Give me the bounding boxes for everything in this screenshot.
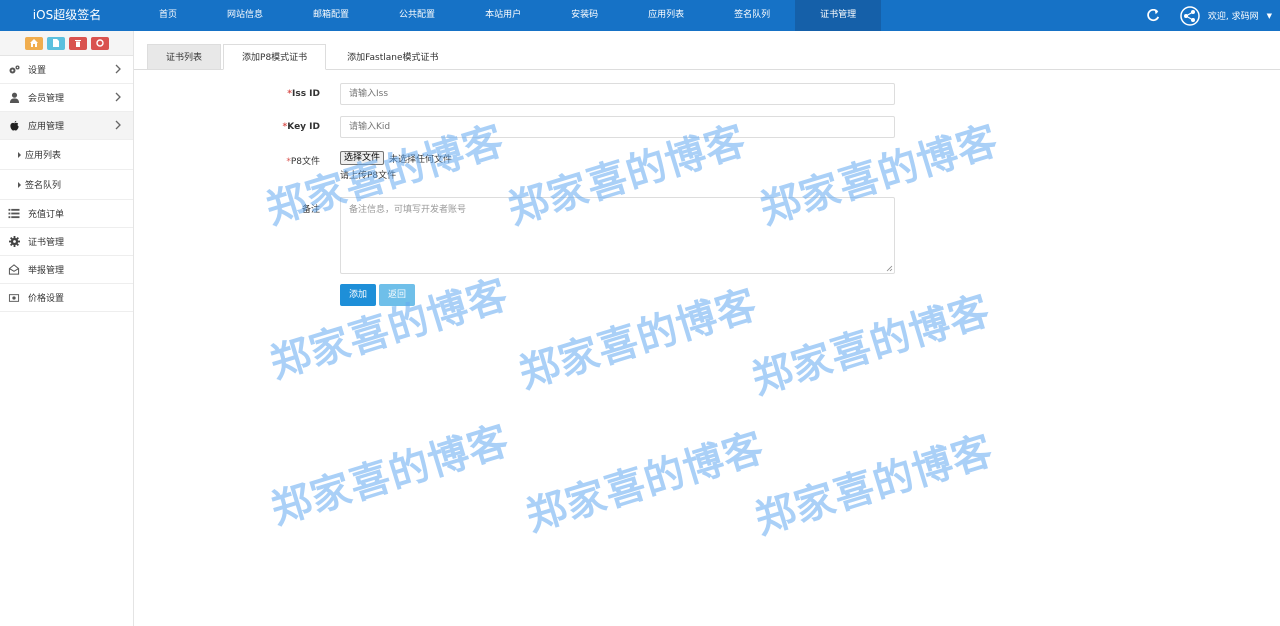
sidebar-item-label: 设置 [28, 66, 47, 76]
watermark-text: 郑家喜的博客 [265, 417, 515, 534]
gear-icon [8, 236, 20, 248]
recycle-shortcut-button[interactable] [90, 36, 109, 50]
tab-cert-list[interactable]: 证书列表 [147, 44, 222, 70]
nav-item-install-code[interactable]: 安装码 [546, 0, 623, 31]
tab-add-p8-cert[interactable]: 添加P8模式证书 [223, 44, 327, 70]
chevron-right-icon [115, 120, 121, 130]
file-status-text: 未选择任何文件 [389, 155, 453, 165]
sidebar-subitem-label: 应用列表 [25, 151, 62, 161]
sidebar-item-label: 充值订单 [28, 210, 65, 220]
refresh-icon[interactable] [1146, 8, 1160, 23]
key-id-input[interactable] [340, 116, 895, 138]
p8-file-label: *P8文件 [260, 154, 320, 167]
home-shortcut-button[interactable] [24, 36, 43, 50]
sidebar-item-label: 会员管理 [28, 94, 65, 104]
chevron-right-icon [115, 64, 121, 74]
envelope-icon [8, 264, 20, 276]
sidebar-item-settings[interactable]: 设置 [0, 56, 133, 84]
back-button[interactable]: 返回 [379, 284, 415, 306]
sidebar-item-members[interactable]: 会员管理 [0, 84, 133, 112]
remark-textarea[interactable]: 备注信息，可填写开发者账号 [340, 197, 895, 274]
sidebar-item-recharge-orders[interactable]: 充值订单 [0, 200, 133, 228]
sidebar-shortcuts [0, 31, 133, 56]
iss-id-label: *Iss ID [260, 89, 320, 99]
watermark-text: 郑家喜的博客 [749, 427, 999, 544]
nav-item-email-config[interactable]: 邮箱配置 [288, 0, 374, 31]
p8-upload-hint: 请上传P8文件 [340, 171, 397, 181]
sidebar-item-label: 举报管理 [28, 266, 65, 276]
nav-item-app-list[interactable]: 应用列表 [623, 0, 709, 31]
sidebar: 设置 会员管理 应用管理 应用列表 签名队列 充值订单 证书管理 举报管理 价格… [0, 31, 134, 626]
apple-icon [8, 120, 20, 132]
watermark-text: 郑家喜的博客 [746, 287, 996, 404]
iss-id-input[interactable] [340, 83, 895, 105]
remark-label: 备注 [301, 205, 320, 215]
p8-file-label-text: P8文件 [290, 157, 320, 167]
main-nav: 首页 网站信息 邮箱配置 公共配置 本站用户 安装码 应用列表 签名队列 证书管… [134, 0, 882, 31]
sidebar-item-label: 应用管理 [28, 122, 65, 132]
resize-handle-icon[interactable] [886, 265, 893, 272]
file-shortcut-button[interactable] [46, 36, 65, 50]
top-navbar: iOS超级签名 首页 网站信息 邮箱配置 公共配置 本站用户 安装码 应用列表 … [0, 0, 1280, 31]
remark-placeholder: 备注信息，可填写开发者账号 [349, 205, 467, 215]
add-button[interactable]: 添加 [340, 284, 376, 306]
nav-item-site-info[interactable]: 网站信息 [202, 0, 288, 31]
choose-file-button[interactable]: 选择文件 [340, 151, 385, 165]
sidebar-subitem-app-list[interactable]: 应用列表 [0, 140, 133, 170]
watermark-text: 郑家喜的博客 [264, 271, 514, 388]
sidebar-item-reports[interactable]: 举报管理 [0, 256, 133, 284]
key-id-label: *Key ID [260, 122, 320, 132]
sidebar-item-app-management[interactable]: 应用管理 [0, 112, 133, 140]
caret-right-icon [18, 181, 21, 188]
sidebar-subitem-sign-queue[interactable]: 签名队列 [0, 170, 133, 200]
sidebar-item-label: 价格设置 [28, 294, 65, 304]
watermark-text: 郑家喜的博客 [513, 281, 763, 398]
trash-shortcut-button[interactable] [68, 36, 87, 50]
top-right-area: 欢迎, 求码网 ▼ [1146, 0, 1272, 31]
caret-down-icon[interactable]: ▼ [1267, 12, 1272, 20]
tab-add-fastlane-cert[interactable]: 添加Fastlane模式证书 [328, 44, 457, 70]
sidebar-subitem-label: 签名队列 [25, 181, 62, 191]
nav-item-home[interactable]: 首页 [134, 0, 202, 31]
sidebar-item-cert-management[interactable]: 证书管理 [0, 228, 133, 256]
caret-right-icon [18, 151, 21, 158]
iss-id-label-text: Iss ID [291, 89, 320, 99]
nav-item-sign-queue[interactable]: 签名队列 [709, 0, 795, 31]
user-icon [8, 92, 20, 104]
share-icon[interactable] [1180, 5, 1200, 26]
watermark-text: 郑家喜的博客 [520, 424, 770, 541]
list-icon [8, 208, 20, 220]
key-id-label-text: Key ID [287, 122, 320, 132]
money-icon [8, 292, 20, 304]
nav-item-site-users[interactable]: 本站用户 [460, 0, 546, 31]
user-greeting[interactable]: 欢迎, 求码网 [1208, 9, 1259, 22]
sidebar-item-price-settings[interactable]: 价格设置 [0, 284, 133, 312]
chevron-right-icon [115, 92, 121, 102]
app-title[interactable]: iOS超级签名 [0, 0, 134, 31]
gears-icon [8, 64, 20, 76]
nav-item-public-config[interactable]: 公共配置 [374, 0, 460, 31]
sidebar-item-label: 证书管理 [28, 238, 65, 248]
nav-item-cert-management[interactable]: 证书管理 [795, 0, 882, 31]
cert-tabs: 证书列表 添加P8模式证书 添加Fastlane模式证书 [147, 44, 460, 70]
